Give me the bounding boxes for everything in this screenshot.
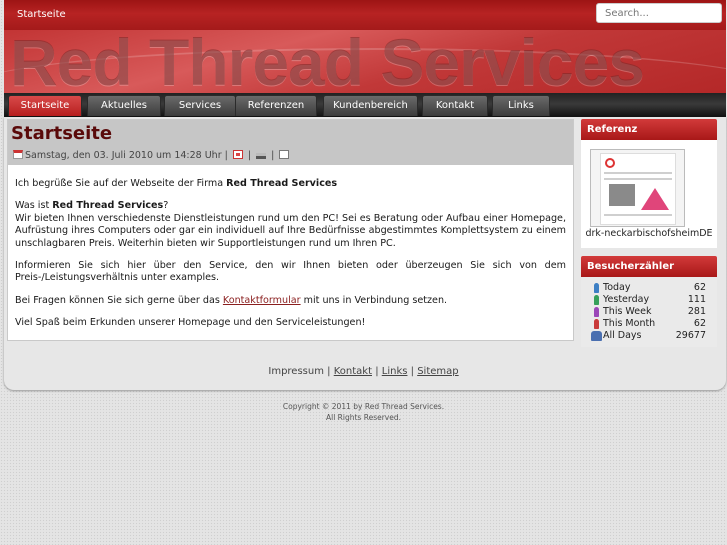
- footer-impressum[interactable]: Impressum: [268, 366, 324, 377]
- footer-links: Impressum | Kontakt | Links | Sitemap: [0, 366, 727, 377]
- visitor-counter: Today 62 Yesterday 111 This Week 281 Thi…: [581, 277, 717, 347]
- counter-value: 62: [693, 318, 706, 329]
- article-date: Samstag, den 03. Juli 2010 um 14:28 Uhr: [25, 150, 222, 161]
- contact-text: Bei Fragen können Sie sich gerne über da…: [15, 294, 223, 306]
- besucherzaehler-header: Besucherzähler: [581, 256, 717, 277]
- breadcrumb[interactable]: Startseite: [17, 9, 66, 20]
- counter-label: This Week: [603, 306, 652, 317]
- counter-label: All Days: [603, 330, 642, 341]
- info-paragraph: Informieren Sie sich hier über den Servi…: [15, 260, 566, 284]
- nav-item-referenzen[interactable]: Referenzen: [235, 95, 317, 116]
- counter-value: 29677: [675, 330, 706, 341]
- greeting-text: Ich begrüße Sie auf der Webseite der Fir…: [15, 178, 227, 189]
- counter-label: Today: [603, 282, 631, 293]
- meta-separator: |: [247, 150, 252, 161]
- article-body: Ich begrüße Sie auf der Webseite der Fir…: [15, 178, 566, 340]
- site-title[interactable]: Red Thread Services: [10, 30, 645, 93]
- meta-separator: |: [224, 150, 228, 161]
- counter-value: 62: [693, 282, 706, 293]
- closing-paragraph: Viel Spaß beim Erkunden unserer Homepage…: [15, 317, 366, 329]
- counter-row: Today 62: [594, 282, 706, 294]
- services-paragraph: Wir bieten Ihnen verschiedenste Dienstle…: [15, 212, 566, 249]
- footer-separator: |: [375, 366, 379, 377]
- referenz-thumbnail[interactable]: [590, 149, 685, 227]
- footer-separator: |: [410, 366, 415, 377]
- copyright-line: Copyright © 2011 by Red Thread Services.: [282, 402, 445, 411]
- footer-link-kontakt[interactable]: Kontakt: [334, 366, 372, 377]
- contact-paragraph: Bei Fragen können Sie sich gerne über da…: [15, 295, 566, 307]
- search-box[interactable]: [596, 3, 722, 23]
- article: Startseite Samstag, den 03. Juli 2010 um…: [7, 119, 574, 341]
- person-green-icon: [594, 295, 599, 305]
- referenz-header: Referenz: [581, 119, 717, 140]
- counter-label: This Month: [603, 318, 656, 329]
- person-red-icon: [594, 319, 599, 329]
- divider: [604, 172, 672, 174]
- person-blue-icon: [594, 283, 599, 293]
- divider: [604, 214, 672, 216]
- company-name: Red Thread Services: [226, 178, 338, 189]
- article-meta: Samstag, den 03. Juli 2010 um 14:28 Uhr …: [11, 150, 291, 161]
- nav-item-startseite[interactable]: Startseite: [8, 95, 82, 116]
- image-placeholder: [609, 184, 635, 206]
- nav-item-aktuelles[interactable]: Aktuelles: [87, 95, 161, 116]
- contact-form-link[interactable]: Kontaktformular: [223, 295, 301, 306]
- copyright-rights: All Rights Reserved.: [325, 413, 401, 422]
- counter-row: This Week 281: [594, 306, 706, 318]
- referenz-screenshot-image: [600, 153, 676, 225]
- counter-row: This Month 62: [594, 318, 706, 330]
- nav-item-kundenbereich[interactable]: Kundenbereich: [323, 95, 418, 116]
- people-group-icon: [591, 331, 602, 341]
- footer-link-links[interactable]: Links: [382, 366, 408, 377]
- counter-row: Yesterday 111: [594, 294, 706, 306]
- print-icon[interactable]: [256, 153, 267, 159]
- question-line: Was ist Red Thread Services?: [15, 200, 566, 212]
- counter-label: Yesterday: [603, 294, 650, 305]
- footer-link-sitemap[interactable]: Sitemap: [417, 366, 458, 377]
- question-mark: ?: [163, 200, 169, 212]
- referenz-caption[interactable]: drk-neckarbischofsheimDE: [581, 228, 717, 239]
- counter-value: 111: [687, 294, 706, 305]
- meta-separator: |: [271, 150, 275, 161]
- nav-item-services[interactable]: Services: [164, 95, 236, 116]
- referenz-module: drk-neckarbischofsheimDE: [581, 140, 717, 248]
- company-name: Red Thread Services: [52, 200, 164, 212]
- contact-text-end: mit uns in Verbindung setzen.: [300, 294, 448, 306]
- counter-row: All Days 29677: [591, 330, 706, 342]
- article-header: Startseite Samstag, den 03. Juli 2010 um…: [8, 120, 573, 165]
- footer-separator: |: [327, 366, 331, 377]
- greeting-paragraph: Ich begrüße Sie auf der Webseite der Fir…: [15, 178, 566, 190]
- main-nav: Startseite Aktuelles Services Referenzen…: [4, 93, 726, 117]
- email-icon[interactable]: [279, 150, 290, 159]
- nav-item-kontakt[interactable]: Kontakt: [422, 95, 488, 116]
- logo-icon: [605, 158, 615, 168]
- counter-value: 281: [687, 306, 706, 317]
- copyright: Copyright © 2011 by Red Thread Services.…: [0, 401, 727, 423]
- search-input[interactable]: [597, 4, 721, 22]
- page-title: Startseite: [11, 123, 113, 144]
- person-purple-icon: [594, 307, 599, 317]
- question-text: Was ist: [15, 200, 53, 212]
- warning-sign-icon: [641, 188, 669, 210]
- divider: [604, 178, 672, 180]
- pdf-icon[interactable]: [232, 150, 243, 159]
- site-banner: Red Thread Services: [4, 30, 726, 93]
- calendar-icon: [13, 150, 23, 159]
- nav-item-links[interactable]: Links: [492, 95, 550, 116]
